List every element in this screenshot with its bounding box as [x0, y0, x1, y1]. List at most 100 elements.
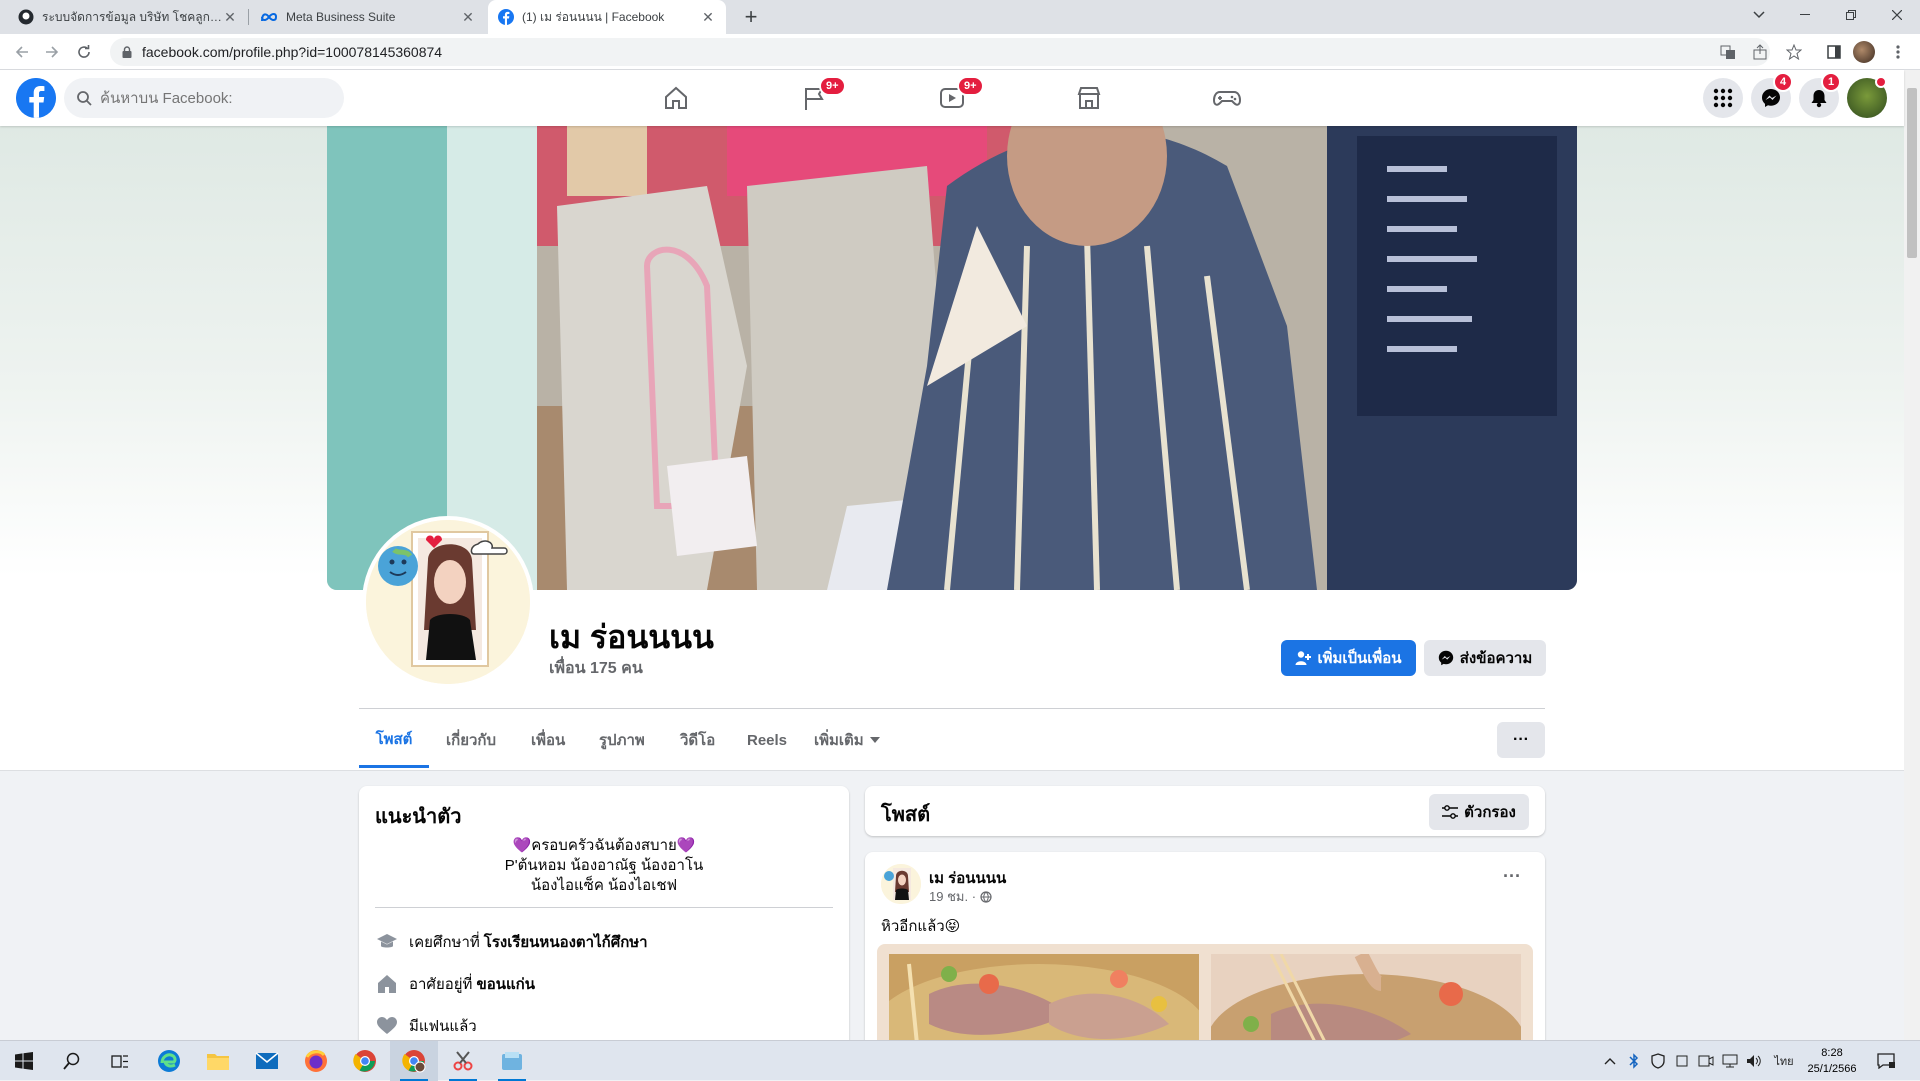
intro-divider — [375, 907, 833, 908]
edge-icon[interactable] — [145, 1041, 193, 1081]
browser-tab-1[interactable]: ระบบจัดการข้อมูล บริษัท โชคลูกน็อต เ ✕ — [8, 0, 248, 34]
watch-badge: 9+ — [957, 76, 984, 96]
lives-link[interactable]: ขอนแก่น — [476, 972, 535, 996]
profile-divider — [359, 708, 1545, 709]
nav-marketplace[interactable] — [1034, 70, 1144, 126]
forward-icon[interactable] — [40, 40, 64, 64]
browser-tab-3-active[interactable]: (1) เม ร่อนนนน | Facebook ✕ — [488, 0, 726, 34]
chrome-profile-avatar[interactable] — [1852, 40, 1876, 64]
intro-card: แนะนำตัว 💜ครอบครัวฉันต้องสบาย💜 P'ต้นหอม … — [359, 786, 849, 1066]
app-window-icon[interactable] — [488, 1041, 536, 1081]
task-view-icon[interactable] — [96, 1041, 144, 1081]
tab-search-icon[interactable] — [1736, 0, 1782, 30]
nav-pages[interactable]: 9+ — [759, 70, 869, 126]
home-icon — [662, 84, 690, 112]
facebook-icon — [498, 9, 514, 25]
post-author-avatar[interactable] — [881, 864, 921, 904]
bio-line: P'ต้นหอม น้องอาณัฐ น้องอาโน — [504, 857, 704, 874]
file-explorer-icon[interactable] — [194, 1041, 242, 1081]
windows-start-icon[interactable] — [0, 1041, 48, 1081]
search-input[interactable] — [100, 89, 320, 107]
restore-button[interactable] — [1828, 0, 1874, 30]
education-link[interactable]: โรงเรียนหนองตาไก้ศึกษา — [484, 930, 648, 954]
nav-gaming[interactable] — [1172, 70, 1282, 126]
volume-icon[interactable] — [1744, 1051, 1764, 1071]
snipping-tool-icon[interactable] — [439, 1041, 487, 1081]
relationship-text: มีแฟนแล้ว — [409, 1018, 477, 1035]
post-options-button[interactable]: ··· — [1503, 866, 1521, 887]
bio-line: น้องไอแซ็ค น้องไอเชฟ — [530, 877, 678, 894]
translate-icon[interactable] — [1716, 40, 1740, 64]
facebook-search-box[interactable] — [64, 78, 344, 118]
search-icon — [76, 90, 92, 106]
add-friend-button[interactable]: เพิ่มเป็นเพื่อน — [1281, 640, 1416, 676]
security-shield-icon[interactable] — [1648, 1051, 1668, 1071]
tab-reels[interactable]: Reels — [747, 712, 787, 768]
nav-watch[interactable]: 9+ — [897, 70, 1007, 126]
facebook-logo-icon[interactable] — [16, 78, 56, 118]
tab-about[interactable]: เกี่ยวกับ — [446, 712, 496, 768]
close-tab-icon[interactable]: ✕ — [700, 9, 716, 26]
minimize-button[interactable] — [1782, 0, 1828, 30]
meta-icon — [260, 11, 278, 23]
cover-photo[interactable] — [327, 126, 1577, 590]
network-icon[interactable] — [1720, 1051, 1740, 1071]
tab-friends[interactable]: เพื่อน — [531, 712, 565, 768]
chrome-icon[interactable] — [341, 1041, 389, 1081]
scrollbar-thumb[interactable] — [1907, 88, 1917, 258]
intro-relationship: มีแฟนแล้ว — [375, 1014, 477, 1038]
post-timestamp[interactable]: 19 ชม. · — [929, 886, 992, 907]
menu-grid-button[interactable] — [1703, 78, 1743, 118]
friend-count[interactable]: เพื่อน 175 คน — [549, 656, 643, 681]
nav-home[interactable] — [621, 70, 731, 126]
tab-more[interactable]: เพิ่มเติม — [814, 712, 880, 768]
tray-expand-icon[interactable] — [1600, 1051, 1620, 1071]
input-language[interactable]: ไทย — [1772, 1051, 1796, 1071]
browser-tab-2[interactable]: Meta Business Suite ✕ — [250, 0, 486, 34]
posts-title: โพสต์ — [881, 804, 931, 826]
system-clock[interactable]: 8:28 25/1/2566 — [1800, 1045, 1864, 1077]
tab-label: ระบบจัดการข้อมูล บริษัท โชคลูกน็อต เ — [42, 9, 222, 24]
meet-now-icon[interactable] — [1696, 1051, 1716, 1071]
side-panel-icon[interactable] — [1822, 40, 1846, 64]
search-icon[interactable] — [48, 1041, 96, 1081]
lock-icon — [122, 46, 132, 58]
address-bar[interactable]: facebook.com/profile.php?id=100078145360… — [110, 38, 1770, 66]
profile-picture[interactable] — [362, 516, 534, 688]
gamepad-icon — [1212, 84, 1242, 112]
usb-icon[interactable] — [1672, 1051, 1692, 1071]
tab-videos[interactable]: วิดีโอ — [680, 712, 715, 768]
notifications-button[interactable]: 1 — [1799, 72, 1842, 118]
new-tab-button[interactable]: + — [738, 4, 764, 30]
share-icon[interactable] — [1748, 40, 1772, 64]
notification-center-icon[interactable] — [1874, 1049, 1898, 1073]
intro-education: เคยศึกษาที่ โรงเรียนหนองตาไก้ศึกษา — [375, 930, 648, 954]
reload-icon[interactable] — [72, 40, 96, 64]
chrome-profile-window-icon[interactable] — [390, 1041, 438, 1081]
firefox-icon[interactable] — [292, 1041, 340, 1081]
graduation-cap-icon — [375, 930, 399, 954]
bluetooth-icon[interactable] — [1624, 1051, 1644, 1071]
mail-icon[interactable] — [243, 1041, 291, 1081]
post-text: หิวอีกแล้ว😝 — [881, 918, 961, 935]
profile-more-options-button[interactable]: ··· — [1497, 722, 1545, 758]
tab-posts[interactable]: โพสต์ — [359, 712, 429, 768]
close-tab-icon[interactable]: ✕ — [460, 9, 476, 26]
page-scrollbar[interactable] — [1904, 70, 1920, 1040]
lives-prefix: อาศัยอยู่ที่ — [409, 976, 473, 993]
close-window-button[interactable] — [1874, 0, 1920, 30]
browser-tab-strip: ระบบจัดการข้อมูล บริษัท โชคลูกน็อต เ ✕ M… — [0, 0, 1920, 34]
add-friend-label: เพิ่มเป็นเพื่อน — [1317, 650, 1402, 667]
send-message-button[interactable]: ส่งข้อความ — [1424, 640, 1546, 676]
chrome-menu-icon[interactable] — [1886, 40, 1910, 64]
filter-button[interactable]: ตัวกรอง — [1429, 794, 1529, 830]
post-card: เม ร่อนนนน 19 ชม. · ··· หิวอีกแล้ว😝 — [865, 852, 1545, 1072]
messenger-button[interactable]: 4 — [1751, 72, 1794, 118]
bookmark-star-icon[interactable] — [1782, 40, 1806, 64]
account-avatar[interactable] — [1847, 76, 1887, 118]
intro-lives-in: อาศัยอยู่ที่ ขอนแก่น — [375, 972, 535, 996]
tab-label: Meta Business Suite — [286, 10, 396, 24]
close-tab-icon[interactable]: ✕ — [222, 9, 238, 26]
back-icon[interactable] — [10, 40, 34, 64]
tab-photos[interactable]: รูปภาพ — [599, 712, 645, 768]
